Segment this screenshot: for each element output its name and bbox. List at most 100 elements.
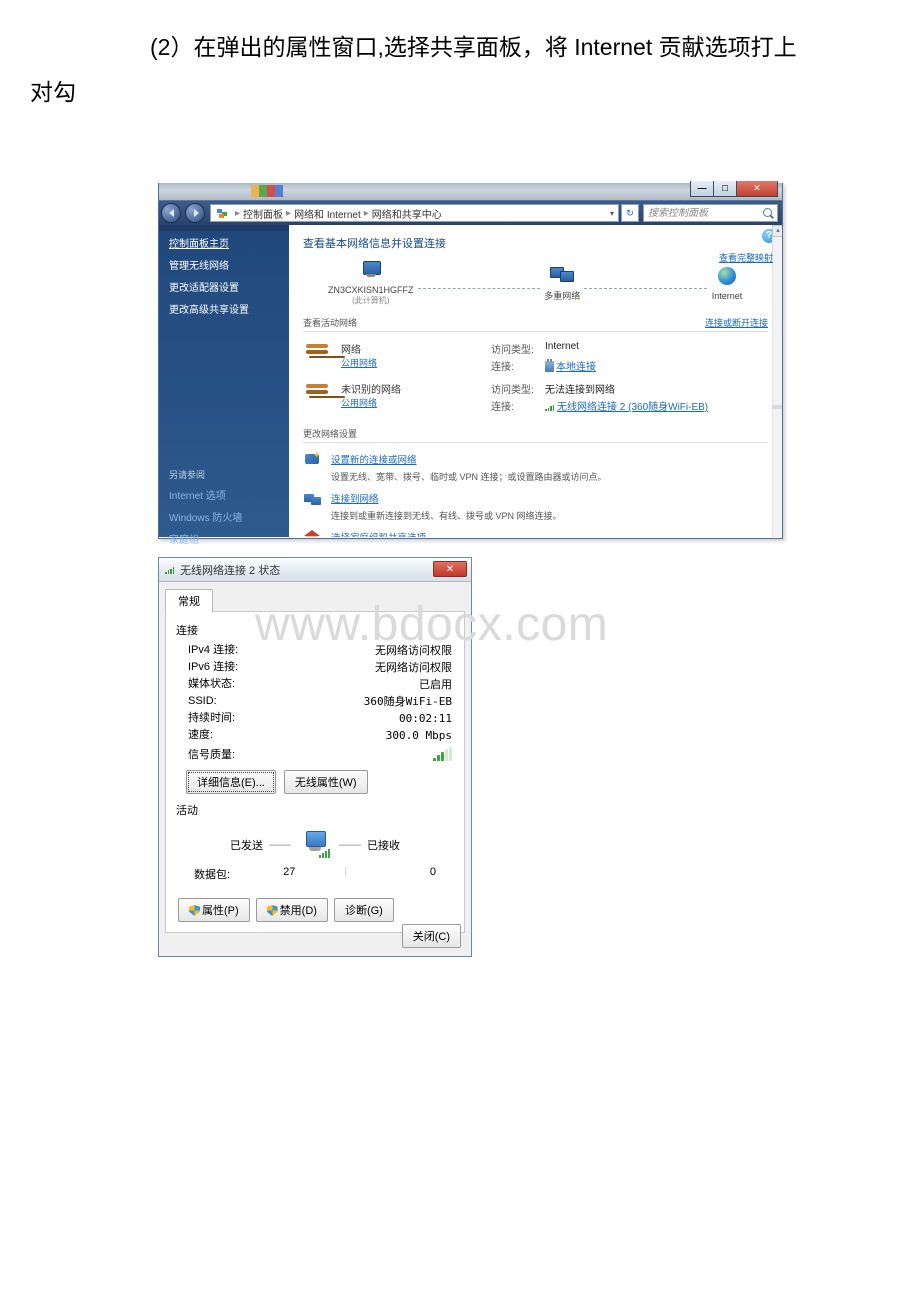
dialog-close-button[interactable] — [433, 561, 467, 577]
multi-network-icon — [546, 263, 578, 287]
back-button[interactable] — [161, 203, 181, 223]
properties-button[interactable]: 属性(P) — [178, 898, 250, 922]
ipv4-label: IPv4 连接: — [188, 642, 238, 659]
net1-access-val: Internet — [545, 341, 768, 356]
activity-computer-icon — [297, 830, 333, 860]
net2-name: 未识别的网络 — [341, 385, 401, 396]
network-center-icon — [215, 206, 229, 220]
nav-firewall[interactable]: Windows 防火墙 — [169, 509, 279, 524]
connect-network-desc: 连接到或重新连接到无线、有线、拨号或 VPN 网络连接。 — [303, 509, 768, 522]
nav-manage-wireless[interactable]: 管理无线网络 — [169, 257, 279, 272]
dialog-titlebar: 无线网络连接 2 状态 — [159, 558, 471, 582]
nav-home[interactable]: 控制面板主页 — [169, 235, 279, 250]
packets-label: 数据包: — [194, 866, 230, 882]
net2-access-val: 无法连接到网络 — [545, 381, 768, 396]
setup-new-connection-link[interactable]: 设置新的连接或网络 — [331, 452, 417, 468]
media-label: 媒体状态: — [188, 676, 235, 693]
media-value: 已启用 — [419, 676, 452, 693]
view-full-map-link[interactable]: 查看完整映射 — [719, 251, 773, 264]
ssid-label: SSID: — [188, 693, 217, 710]
homegroup-icon — [303, 530, 323, 537]
breadcrumb-seg2[interactable]: 网络和 Internet — [294, 206, 361, 221]
net1-access-label: 访问类型: — [491, 341, 539, 356]
net1-name: 网络 — [341, 345, 361, 356]
refresh-button[interactable]: ↻ — [621, 204, 639, 222]
packets-sent: 27 — [255, 866, 295, 882]
close-button[interactable] — [736, 181, 778, 197]
activity-group-label: 活动 — [176, 802, 452, 818]
change-settings-header: 更改网络设置 — [303, 427, 768, 443]
search-input[interactable]: 搜索控制面板 — [643, 204, 778, 222]
net2-conn-label: 连接: — [491, 398, 539, 413]
active-network-row-1: 网络 公用网络 访问类型: Internet 连接: 本地连接 — [303, 337, 768, 377]
minimize-button[interactable] — [690, 181, 714, 197]
ethernet-icon — [545, 361, 554, 372]
forward-button[interactable] — [185, 203, 205, 223]
details-button[interactable]: 详细信息(E)... — [186, 770, 276, 794]
general-panel: 连接 IPv4 连接:无网络访问权限 IPv6 连接:无网络访问权限 媒体状态:… — [165, 611, 465, 933]
wireless-properties-button[interactable]: 无线属性(W) — [284, 770, 368, 794]
nav-advanced-sharing[interactable]: 更改高级共享设置 — [169, 301, 279, 316]
maximize-button[interactable] — [713, 181, 737, 197]
duration-value: 00:02:11 — [399, 710, 452, 727]
address-bar: ▸ 控制面板 ▸ 网络和 Internet ▸ 网络和共享中心 ▾ ↻ 搜索控制… — [159, 201, 782, 225]
watermark: www.bdocx.com — [255, 597, 608, 652]
internet-label: Internet — [711, 291, 743, 301]
scroll-up-button[interactable]: ▴ — [772, 225, 782, 237]
scrollbar-track[interactable] — [772, 237, 782, 537]
search-icon — [763, 208, 774, 219]
net1-type-link[interactable]: 公用网络 — [341, 358, 377, 368]
active-network-row-2: 未识别的网络 公用网络 访问类型: 无法连接到网络 连接: 无线网络连接 2 (… — [303, 377, 768, 417]
breadcrumb-seg1[interactable]: 控制面板 — [243, 206, 283, 221]
search-placeholder: 搜索控制面板 — [648, 208, 708, 219]
net1-conn-link[interactable]: 本地连接 — [556, 362, 596, 373]
chrome-accent — [251, 185, 283, 197]
this-computer-sub: (此计算机) — [328, 295, 414, 306]
net1-conn-label: 连接: — [491, 358, 539, 373]
breadcrumb-seg3[interactable]: 网络和共享中心 — [372, 206, 442, 221]
heading-basic-info: 查看基本网络信息并设置连接 — [303, 235, 768, 251]
net2-conn-link[interactable]: 无线网络连接 2 (360随身WiFi-EB) — [557, 402, 708, 413]
connect-disconnect-link[interactable]: 连接或断开连接 — [705, 316, 768, 329]
main-pane: ? ▴ 查看基本网络信息并设置连接 查看完整映射 ZN3CXKISN1HGFFZ… — [289, 225, 782, 537]
net2-type-link[interactable]: 公用网络 — [341, 398, 377, 408]
nav-internet-options[interactable]: Internet 选项 — [169, 487, 279, 502]
signal-quality-bars — [433, 747, 452, 761]
network-sharing-center-window: ▸ 控制面板 ▸ 网络和 Internet ▸ 网络和共享中心 ▾ ↻ 搜索控制… — [158, 183, 783, 539]
close-button[interactable]: 关闭(C) — [402, 924, 461, 948]
scrollbar-marker — [772, 405, 782, 409]
this-computer-name: ZN3CXKISN1HGFFZ — [328, 285, 414, 295]
duration-label: 持续时间: — [188, 710, 235, 727]
public-network-icon — [303, 341, 333, 363]
see-also-label: 另请参阅 — [169, 468, 279, 481]
this-computer-icon — [355, 259, 387, 283]
doc-instruction-line2: 对勾 — [0, 75, 920, 124]
sent-label: 已发送 — [230, 837, 263, 853]
connect-network-link[interactable]: 连接到网络 — [331, 491, 379, 507]
recv-label: 已接收 — [367, 837, 400, 853]
homegroup-share-link[interactable]: 选择家庭组和共享选项 — [331, 530, 426, 537]
wifi-title-icon — [165, 566, 175, 574]
new-connection-icon — [303, 452, 323, 468]
nav-homegroup[interactable]: 家庭组 — [169, 531, 279, 546]
shield-icon-2 — [267, 905, 278, 916]
breadcrumb-dropdown[interactable]: ▾ — [610, 209, 614, 218]
multi-network-label: 多重网络 — [544, 289, 580, 302]
dialog-title: 无线网络连接 2 状态 — [180, 562, 280, 578]
public-network-icon-2 — [303, 381, 333, 403]
speed-label: 速度: — [188, 727, 213, 744]
shield-icon — [189, 905, 200, 916]
connect-network-icon — [303, 491, 323, 507]
net2-access-label: 访问类型: — [491, 381, 539, 396]
diagnose-button[interactable]: 诊断(G) — [334, 898, 394, 922]
setup-new-connection-desc: 设置无线、宽带、拨号、临时或 VPN 连接；或设置路由器或访问点。 — [303, 470, 768, 483]
signal-label: 信号质量: — [188, 747, 235, 764]
left-nav: 控制面板主页 管理无线网络 更改适配器设置 更改高级共享设置 另请参阅 Inte… — [159, 225, 289, 537]
breadcrumb-bar[interactable]: ▸ 控制面板 ▸ 网络和 Internet ▸ 网络和共享中心 ▾ — [210, 204, 619, 222]
active-networks-header: 查看活动网络 连接或断开连接 — [303, 316, 768, 332]
disable-button[interactable]: 禁用(D) — [256, 898, 328, 922]
tab-general[interactable]: 常规 — [165, 589, 213, 612]
doc-instruction-line1: (2）在弹出的属性窗口,选择共享面板，将 Internet 贡献选项打上 — [0, 0, 920, 75]
nav-adapter-settings[interactable]: 更改适配器设置 — [169, 279, 279, 294]
speed-value: 300.0 Mbps — [386, 727, 452, 744]
